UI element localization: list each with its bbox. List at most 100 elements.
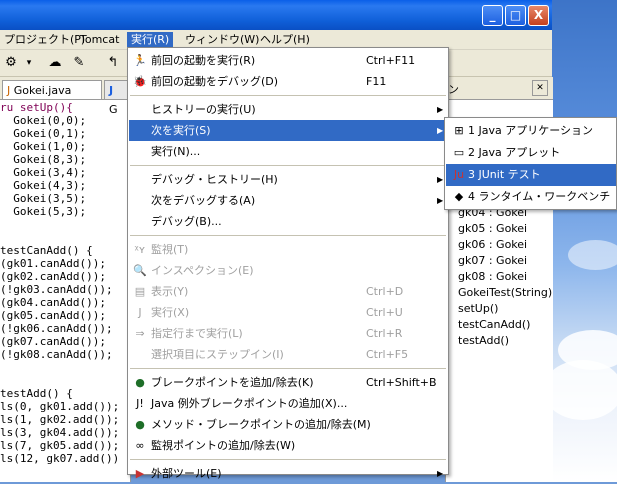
run-as-submenu: ⊞ 1 Java アプリケーション ▭ 2 Java アプレット Ju 3 JUnit テ… xyxy=(444,117,617,210)
menu-separator xyxy=(130,368,446,369)
runtime-workbench-icon: ◆ xyxy=(454,190,464,203)
menu-item-label: デバッグ(B)... xyxy=(151,215,222,228)
outline-header: ン ✕ xyxy=(446,77,553,100)
tab-label: Gokei.java xyxy=(13,84,72,97)
code-line: Gokei(3,5); xyxy=(0,192,87,205)
code-line: Gokei(1,0); xyxy=(0,140,87,153)
run-menu-item[interactable]: ∞ 監視ポイントの追加/除去(W) xyxy=(129,435,447,456)
menu-separator xyxy=(130,165,446,166)
menu-item-label: 監視ポイントの追加/除去(W) xyxy=(151,439,296,452)
junit-file-icon: J xyxy=(109,84,114,97)
code-line: (gk01.canAdd()); xyxy=(0,257,106,270)
inspect-icon: 🔍 xyxy=(133,264,147,277)
menu-item-label: 次を実行(S) xyxy=(151,124,211,137)
code-line: Gokei(3,4); xyxy=(0,166,87,179)
external-tools-icon: ▶ xyxy=(135,467,145,480)
run-menu-item[interactable]: 次をデバッグする(A) ▶ xyxy=(129,190,447,211)
code-line: (gk07.canAdd()); xyxy=(0,335,106,348)
outline-item[interactable]: gk05 : Gokei xyxy=(458,221,552,237)
menu-separator xyxy=(130,459,446,460)
menu-separator xyxy=(130,95,446,96)
tab-gokei-java[interactable]: J Gokei.java xyxy=(2,80,102,99)
run-menu-item: ▤ 表示(Y) Ctrl+D xyxy=(129,281,447,302)
window-titlebar: _ □ X xyxy=(0,0,552,30)
close-view-icon[interactable]: ✕ xyxy=(532,80,548,96)
outline-item[interactable]: testCanAdd() xyxy=(458,317,552,333)
close-button[interactable]: X xyxy=(528,5,549,26)
run-as-item[interactable]: ◆ 4 ランタイム・ワークベンチ xyxy=(446,186,616,208)
code-line: testAdd() { xyxy=(0,387,73,400)
run-as-label: 4 ランタイム・ワークベンチ xyxy=(468,190,611,203)
execute-icon: J xyxy=(138,306,142,319)
debug-last-icon: 🐞 xyxy=(133,75,147,88)
menu-item-label: ヒストリーの実行(U) xyxy=(151,103,256,116)
run-menu-item[interactable]: デバッグ(B)... xyxy=(129,211,447,232)
code-line: (gk04.canAdd()); xyxy=(0,296,106,309)
run-menu-item[interactable]: ▶ 外部ツール(E) ▶ xyxy=(129,463,447,484)
menu-item-shortcut: Ctrl+F11 xyxy=(366,54,416,67)
menu-item-label: 前回の起動をデバッグ(D) xyxy=(151,75,279,88)
menu-item-label: メソッド・ブレークポイントの追加/除去(M) xyxy=(151,418,371,431)
desktop-background xyxy=(543,0,617,482)
submenu-arrow-icon: ▶ xyxy=(437,105,444,114)
code-line: ls(3, gk04.add()); xyxy=(0,426,120,439)
submenu-arrow-icon: ▶ xyxy=(437,469,444,478)
open-type-icon[interactable]: ☁ xyxy=(46,54,64,72)
code-line: ls(7, gk05.add()); xyxy=(0,439,120,452)
settings-icon[interactable]: ⚙ xyxy=(2,54,20,72)
outline-item[interactable]: testAdd() xyxy=(458,333,552,349)
run-menu-item[interactable]: 実行(N)... xyxy=(129,141,447,162)
menu-item-shortcut: Ctrl+D xyxy=(366,285,404,298)
minimize-button[interactable]: _ xyxy=(482,5,503,26)
java-file-icon: J xyxy=(7,84,11,97)
code-line: ru setUp(){ xyxy=(0,101,73,114)
outline-list: gk04 : Gokei gk05 : Gokei gk06 : Gokei gk07… xyxy=(458,205,552,349)
pin-icon[interactable]: ✎ xyxy=(70,54,88,72)
run-menu-item: ⇒ 指定行まで実行(L) Ctrl+R xyxy=(129,323,447,344)
back-icon[interactable]: ↰ xyxy=(104,54,122,72)
code-line: Gokei(0,0); xyxy=(0,114,87,127)
run-menu-item[interactable]: ● ブレークポイントを追加/除去(K) Ctrl+Shift+B xyxy=(129,372,447,393)
menu-item-label: 表示(Y) xyxy=(151,285,189,298)
menu-item-label: 指定行まで実行(L) xyxy=(151,327,243,340)
run-menu-item[interactable]: ヒストリーの実行(U) ▶ xyxy=(129,99,447,120)
run-menu-item[interactable]: ● メソッド・ブレークポイントの追加/除去(M) xyxy=(129,414,447,435)
menu-item-shortcut: F11 xyxy=(366,75,387,88)
code-line: Gokei(8,3); xyxy=(0,153,87,166)
outline-item[interactable]: GokeiTest(String) xyxy=(458,285,552,301)
menu-help[interactable]: ヘルプ(H) xyxy=(256,32,314,48)
code-editor[interactable]: J Gokei.java J G ru setUp(){ Gokei(0,0);… xyxy=(0,77,131,482)
run-as-label: 3 JUnit テスト xyxy=(468,168,541,181)
outline-item[interactable]: setUp() xyxy=(458,301,552,317)
outline-item[interactable]: gk07 : Gokei xyxy=(458,253,552,269)
java-app-icon: ⊞ xyxy=(454,124,464,137)
menu-window[interactable]: ウィンドウ(W) xyxy=(181,32,263,48)
run-menu-item[interactable]: 🏃 前回の起動を実行(R) Ctrl+F11 xyxy=(129,50,447,71)
run-as-item[interactable]: ▭ 2 Java アプレット xyxy=(446,142,616,164)
code-line: (gk02.canAdd()); xyxy=(0,270,106,283)
code-line: ls(1, gk02.add()); xyxy=(0,413,120,426)
menu-item-label: デバッグ・ヒストリー(H) xyxy=(151,173,278,186)
run-menu-item[interactable]: デバッグ・ヒストリー(H) ▶ xyxy=(129,169,447,190)
exception-breakpoint-icon: J! xyxy=(136,397,144,410)
run-as-label: 2 Java アプレット xyxy=(468,146,561,159)
run-menu-item[interactable]: 🐞 前回の起動をデバッグ(D) F11 xyxy=(129,71,447,92)
menu-item-shortcut: Ctrl+R xyxy=(366,327,403,340)
code-lines: ru setUp(){ Gokei(0,0); Gokei(0,1); Goke… xyxy=(0,101,119,465)
outline-title: ン xyxy=(448,83,459,96)
maximize-button[interactable]: □ xyxy=(505,5,526,26)
run-as-item[interactable]: Ju 3 JUnit テスト xyxy=(446,164,616,186)
code-line: testCanAdd() { xyxy=(0,244,93,257)
run-menu-dropdown: 🏃 前回の起動を実行(R) Ctrl+F11 🐞 前回の起動をデバッグ(D) F11 ヒスト… xyxy=(127,47,449,480)
run-menu-item[interactable]: J! Java 例外ブレークポイントの追加(X)... xyxy=(129,393,447,414)
code-line: (!gk03.canAdd()); xyxy=(0,283,113,296)
run-menu-item[interactable]: 次を実行(S) ▶ xyxy=(129,120,447,141)
run-as-item[interactable]: ⊞ 1 Java アプリケーション xyxy=(446,120,616,142)
outline-item[interactable]: gk08 : Gokei xyxy=(458,269,552,285)
outline-item[interactable]: gk06 : Gokei xyxy=(458,237,552,253)
menu-run[interactable]: 実行(R) xyxy=(127,32,174,48)
dropdown-arrow-icon[interactable]: ▾ xyxy=(20,54,38,72)
menu-tomcat[interactable]: Tomcat xyxy=(76,32,123,48)
